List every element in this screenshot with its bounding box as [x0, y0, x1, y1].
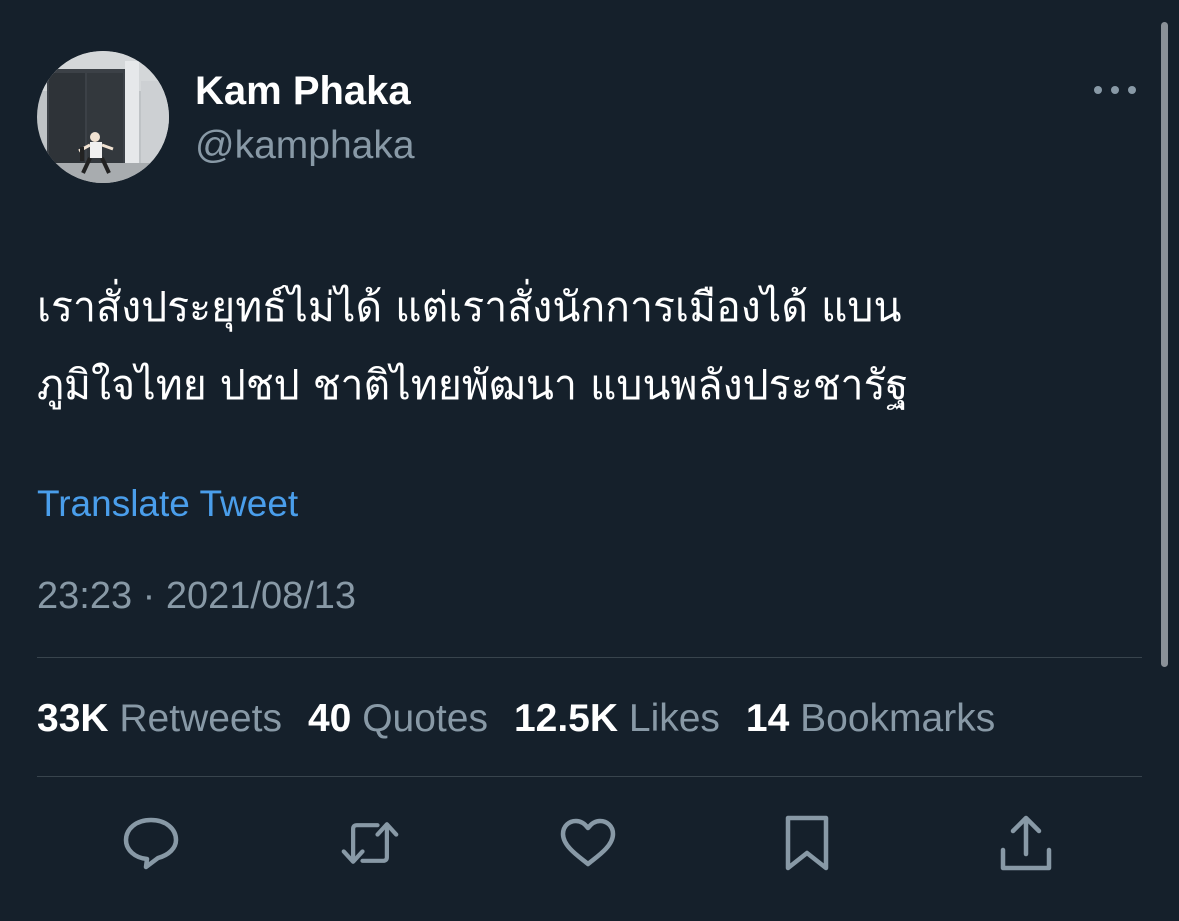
stat-count: 12.5K: [513, 697, 619, 740]
reply-button[interactable]: [121, 813, 181, 873]
divider: [37, 657, 1142, 658]
stat-label: Bookmarks: [800, 697, 996, 740]
stat-label: Quotes: [362, 697, 488, 740]
avatar-photo-icon: [37, 51, 169, 183]
more-options-button[interactable]: [1090, 74, 1140, 106]
author-handle[interactable]: @kamphaka: [195, 122, 415, 170]
bookmark-icon: [785, 815, 829, 871]
like-button[interactable]: [558, 813, 618, 873]
stat-bookmarks[interactable]: 14 Bookmarks: [746, 694, 995, 744]
reply-icon: [123, 817, 179, 870]
avatar[interactable]: [37, 51, 169, 183]
engagement-stats: 33K Retweets 40 Quotes 12.5K Likes 14 Bo…: [37, 694, 995, 744]
translate-tweet-link[interactable]: Translate Tweet: [37, 481, 298, 527]
tweet-timestamp[interactable]: 23:23 · 2021/08/13: [37, 572, 356, 620]
stat-label: Retweets: [119, 697, 282, 740]
bookmark-button[interactable]: [777, 813, 837, 873]
tweet-detail: Kam Phaka @kamphaka เราสั่งประยุทธ์ไม่ได…: [0, 0, 1179, 921]
heart-icon: [560, 818, 616, 867]
retweet-button[interactable]: [340, 813, 400, 873]
tweet-text: เราสั่งประยุทธ์ไม่ได้ แต่เราสั่งนักการเม…: [37, 268, 1117, 424]
scrollbar[interactable]: [1161, 22, 1168, 667]
stat-quotes[interactable]: 40 Quotes: [308, 694, 488, 744]
stat-retweets[interactable]: 33K Retweets: [37, 694, 282, 744]
share-button[interactable]: [996, 813, 1056, 873]
stat-count: 40: [307, 697, 352, 740]
divider: [37, 776, 1142, 777]
stat-count: 14: [745, 697, 790, 740]
retweet-icon: [341, 822, 399, 864]
author-name[interactable]: Kam Phaka: [195, 66, 411, 116]
stat-label: Likes: [628, 697, 720, 740]
tweet-text-line: ภูมิใจไทย ปชป ชาติไทยพัฒนา แบนพลังประชาร…: [37, 361, 909, 409]
action-bar: [0, 813, 1179, 873]
stat-count: 33K: [37, 697, 109, 740]
stat-likes[interactable]: 12.5K Likes: [514, 694, 720, 744]
tweet-text-line: เราสั่งประยุทธ์ไม่ได้ แต่เราสั่งนักการเม…: [37, 283, 902, 331]
more-horizontal-icon: [1094, 86, 1136, 94]
share-icon: [1000, 815, 1052, 871]
